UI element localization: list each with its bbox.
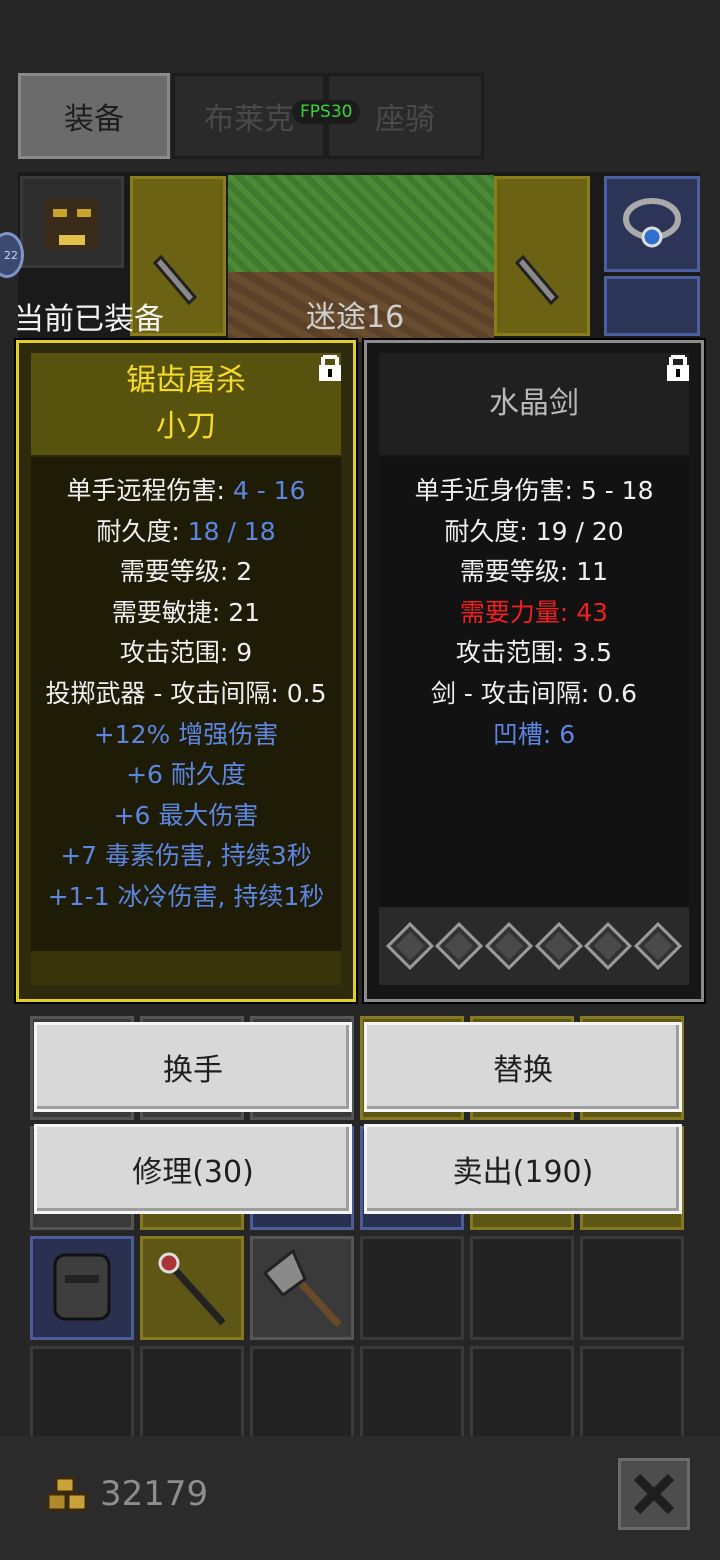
stat-line: 耐久度: 19 / 20	[444, 516, 624, 546]
affix-line: +6 最大伤害	[113, 800, 259, 830]
affix-line: +6 耐久度	[126, 760, 246, 790]
affix-line: +7 毒素伤害, 持续3秒	[60, 841, 312, 871]
stat-line: 攻击范围: 9	[119, 638, 253, 668]
inventory-slot[interactable]	[140, 1236, 244, 1340]
staff-icon	[158, 1252, 226, 1326]
stat-line: 单手近身伤害: 5 - 18	[414, 476, 654, 505]
fps-counter: FPS30	[292, 100, 361, 124]
amulet-slot[interactable]	[604, 176, 700, 272]
weapon-slot-right[interactable]	[494, 176, 590, 336]
stat-line: 投掷武器 - 攻击间隔: 0.5	[45, 678, 327, 708]
socket-slot	[435, 921, 484, 971]
affix-line: +1-1 冰冷伤害, 持续1秒	[47, 881, 325, 911]
axe-icon	[262, 1248, 342, 1328]
gold-amount: 32179	[100, 1474, 209, 1514]
item-name: 水晶剑	[489, 386, 579, 421]
compare-item-card: 水晶剑 单手近身伤害: 5 - 18 耐久度: 19 / 20 需要等级: 11…	[362, 338, 706, 1004]
item-stats: 单手远程伤害: 4 - 16 耐久度: 18 / 18 需要等级: 2 需要敏捷…	[31, 457, 341, 985]
close-button[interactable]	[618, 1458, 690, 1530]
current-equipped-label: 当前已装备	[14, 302, 164, 337]
item-name-prefix: 锯齿屠杀	[126, 363, 246, 398]
inventory-slot[interactable]	[580, 1236, 684, 1340]
inventory-slot[interactable]	[360, 1236, 464, 1340]
stat-line-sockets: 凹槽: 6	[492, 719, 576, 749]
socket-slot	[634, 921, 683, 971]
socket-slot	[485, 921, 534, 971]
lock-icon[interactable]	[319, 355, 341, 381]
socket-row	[379, 907, 689, 985]
dagger-icon	[514, 254, 560, 306]
card-footer	[31, 951, 341, 985]
socket-slot	[534, 921, 583, 971]
socket-slot	[584, 921, 633, 971]
inventory-slot[interactable]	[580, 1346, 684, 1450]
helmet-icon	[53, 1253, 111, 1321]
repair-button[interactable]: 修理(30)	[34, 1124, 352, 1214]
stat-line: 需要敏捷: 21	[111, 597, 261, 627]
top-tabs: 装备 布莱克 座骑	[18, 73, 484, 163]
inventory-slot[interactable]	[360, 1346, 464, 1450]
swap-hand-button[interactable]: 换手	[34, 1022, 352, 1112]
replace-button[interactable]: 替换	[364, 1022, 682, 1112]
sell-button[interactable]: 卖出(190)	[364, 1124, 682, 1214]
item-base-type: 小刀	[156, 409, 216, 444]
item-stats: 单手近身伤害: 5 - 18 耐久度: 19 / 20 需要等级: 11 需要力…	[379, 457, 689, 985]
stat-line: 攻击范围: 3.5	[455, 638, 613, 668]
socket-slot	[385, 921, 434, 971]
stat-line: 需要等级: 2	[119, 557, 253, 587]
amulet-icon	[623, 198, 681, 248]
ring-slot[interactable]	[604, 276, 700, 336]
inventory-slot[interactable]	[470, 1346, 574, 1450]
lock-icon[interactable]	[667, 355, 689, 381]
stat-line: 需要等级: 11	[459, 557, 609, 587]
inventory-slot[interactable]	[250, 1236, 354, 1340]
inventory-slot[interactable]	[140, 1346, 244, 1450]
stat-line-requirement-unmet: 需要力量: 43	[459, 597, 609, 627]
close-icon	[633, 1473, 675, 1515]
inventory-slot[interactable]	[30, 1236, 134, 1340]
gold-coins-icon	[46, 1476, 88, 1512]
equipped-item-card: 锯齿屠杀 小刀 单手远程伤害: 4 - 16 耐久度: 18 / 18 需要等级…	[14, 338, 358, 1004]
map-name: 迷途16	[306, 300, 405, 335]
portrait-slot[interactable]	[20, 176, 124, 268]
tab-equipment[interactable]: 装备	[18, 73, 170, 159]
stat-line: 耐久度: 18 / 18	[96, 516, 276, 546]
item-header: 锯齿屠杀 小刀	[31, 353, 341, 455]
stat-line: 剑 - 攻击间隔: 0.6	[430, 678, 638, 708]
inventory-slot[interactable]	[470, 1236, 574, 1340]
inventory-slot[interactable]	[250, 1346, 354, 1450]
character-portrait-icon	[45, 199, 99, 249]
affix-line: +12% 增强伤害	[93, 719, 279, 749]
stat-line: 单手远程伤害: 4 - 16	[66, 476, 306, 505]
inventory-slot[interactable]	[30, 1346, 134, 1450]
item-header: 水晶剑	[379, 353, 689, 455]
